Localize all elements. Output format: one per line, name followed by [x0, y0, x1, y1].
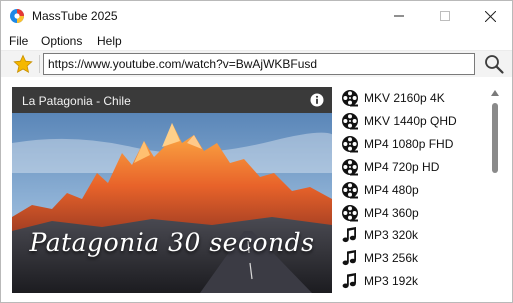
format-label: MP4 1080p FHD: [364, 136, 454, 151]
close-icon: [484, 10, 496, 22]
title-bar: MassTube 2025: [1, 1, 512, 31]
format-item[interactable]: MP4 480p: [341, 179, 481, 201]
format-item[interactable]: MP4 1080p FHD: [341, 133, 481, 155]
minimize-button[interactable]: [376, 1, 422, 31]
app-window: MassTube 2025 File Options Help La: [0, 0, 513, 303]
format-label: MKV 2160p 4K: [364, 91, 445, 105]
format-label: MP4 360p: [364, 205, 419, 220]
film-reel-icon: [342, 158, 358, 176]
format-item[interactable]: MKV 2160p 4K: [341, 87, 481, 109]
maximize-icon: [440, 11, 450, 21]
content-area: La Patagonia - Chile Patagonia 30 second…: [1, 77, 512, 302]
menu-bar: File Options Help: [1, 31, 512, 51]
minimize-icon: [394, 15, 404, 17]
format-item[interactable]: MKV 1440p QHD: [341, 110, 481, 132]
url-input[interactable]: [43, 53, 475, 75]
scroll-up-arrow-icon[interactable]: [490, 89, 500, 97]
format-list: MKV 2160p 4K MKV 1440p QHD MP4 1080p FHD MP…: [341, 87, 481, 302]
music-note-icon: [342, 227, 356, 243]
info-icon[interactable]: [310, 93, 324, 107]
scrollbar-thumb[interactable]: [492, 103, 498, 173]
format-label: MP4 720p HD: [364, 159, 440, 174]
format-item[interactable]: MP4 720p HD: [341, 156, 481, 178]
music-note-icon: [342, 250, 356, 266]
menu-help[interactable]: Help: [97, 34, 122, 48]
toolbar-divider: [39, 55, 40, 73]
format-label: MP4 480p: [364, 182, 419, 197]
film-reel-icon: [342, 204, 358, 221]
film-reel-icon: [342, 135, 358, 153]
film-reel-icon: [342, 112, 358, 130]
format-item[interactable]: MP4 360p: [341, 202, 481, 224]
video-title: La Patagonia - Chile: [22, 94, 131, 108]
window-title: MassTube 2025: [32, 9, 118, 23]
format-item[interactable]: MP3 192k: [341, 270, 481, 292]
format-item[interactable]: MP3 320k: [341, 224, 481, 246]
favorite-star-icon[interactable]: [13, 54, 33, 74]
app-logo-icon: [10, 9, 24, 23]
maximize-button[interactable]: [422, 1, 468, 31]
menu-options[interactable]: Options: [41, 34, 82, 48]
film-reel-icon: [342, 90, 358, 107]
toolbar: [1, 51, 512, 77]
video-caption: Patagonia 30 seconds: [29, 228, 315, 257]
close-button[interactable]: [467, 1, 513, 31]
format-item[interactable]: MP3 256k: [341, 247, 481, 269]
format-label: MP3 320k: [364, 228, 419, 243]
format-label: MP3 256k: [364, 251, 419, 266]
film-reel-icon: [342, 181, 358, 199]
video-header: La Patagonia - Chile: [12, 87, 332, 113]
vertical-scrollbar[interactable]: [488, 87, 502, 294]
music-note-icon: [342, 273, 356, 289]
search-icon[interactable]: [483, 53, 505, 75]
menu-file[interactable]: File: [9, 34, 28, 48]
format-label: MKV 1440p QHD: [364, 113, 457, 128]
format-label: MP3 192k: [364, 274, 419, 289]
video-thumbnail: [12, 113, 332, 293]
video-preview[interactable]: La Patagonia - Chile Patagonia 30 second…: [12, 87, 332, 293]
